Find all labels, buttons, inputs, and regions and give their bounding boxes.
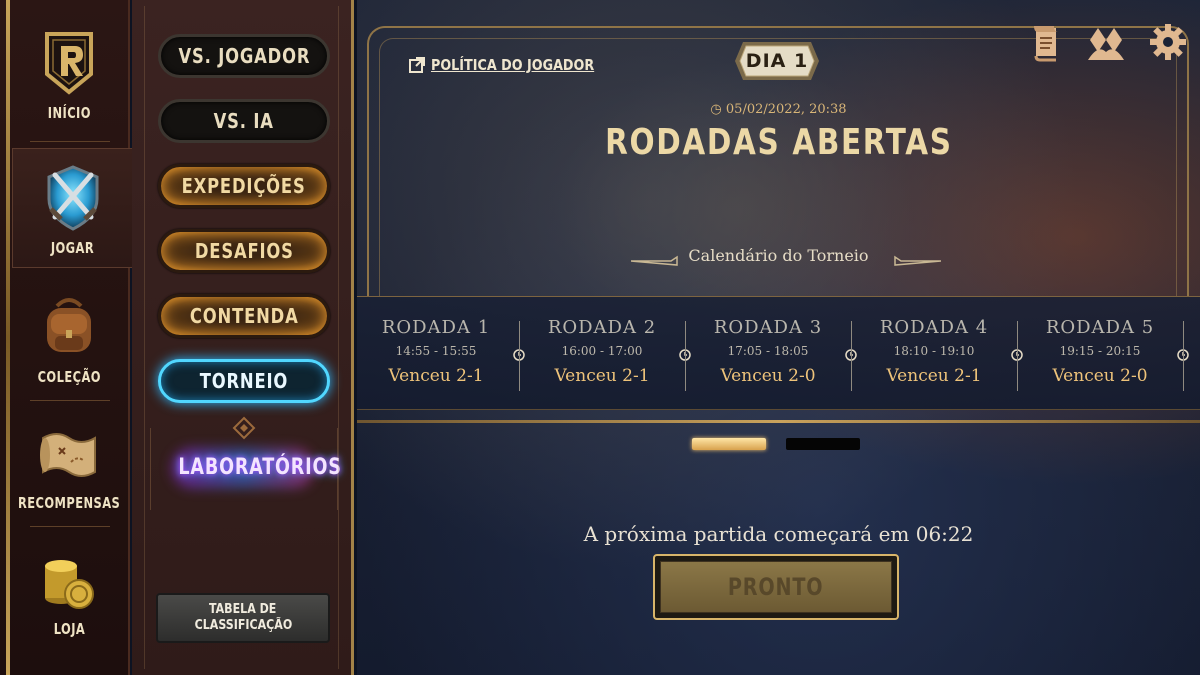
player-policy-label: POLÍTICA DO JOGADOR [431, 56, 595, 74]
tournament-label: TORNEIO [199, 369, 289, 393]
labs-button[interactable]: LABORATÓRIOS [158, 455, 341, 480]
day-label: DIA 1 [745, 50, 809, 72]
nav-divider [30, 141, 110, 142]
nav-item-collection[interactable]: COLEÇÃO [12, 276, 126, 396]
coins-icon [45, 560, 94, 609]
backpack-icon [47, 298, 91, 352]
vs-player-button[interactable]: VS. JOGADOR [158, 34, 330, 78]
round-result: Venceu 2-0 [720, 366, 816, 386]
nav-item-store[interactable]: LOJA [12, 528, 126, 648]
contend-button[interactable]: CONTENDA [158, 294, 330, 338]
phase-datetime-text: 05/02/2022, 20:38 [725, 102, 847, 117]
main-nav: INÍCIO JOGAR COLEÇÃO RECOMPENSAS LOJA [0, 0, 132, 675]
round-card[interactable]: RODADA 3 17:05 - 18:05 Venceu 2-0 [685, 317, 851, 397]
round-time: 14:55 - 15:55 [395, 344, 477, 358]
top-right-icons [1028, 22, 1188, 62]
expeditions-button[interactable]: EXPEDIÇÕES [158, 164, 330, 208]
challenges-label: DESAFIOS [194, 239, 294, 263]
round-name: RODADA 2 [547, 317, 657, 338]
round-card[interactable]: RODADA 1 14:55 - 15:55 Venceu 2-1 [357, 317, 519, 397]
round-time: 18:10 - 19:10 [893, 344, 975, 358]
nav-label-rewards: RECOMPENSAS [17, 494, 121, 512]
round-card[interactable]: RODADA 4 18:10 - 19:10 Venceu 2-1 [851, 317, 1017, 397]
external-link-icon [409, 57, 425, 73]
labs-label: LABORATÓRIOS [178, 455, 342, 480]
phase-title-text: RODADAS ABERTAS [604, 122, 953, 163]
ready-button-face: PRONTO [660, 561, 892, 613]
round-result: Venceu 2-0 [1052, 366, 1148, 386]
round-name: RODADA 5 [1045, 317, 1155, 338]
labs-emblem-icon [232, 416, 256, 440]
round-card[interactable]: RODADA 2 16:00 - 17:00 Venceu 2-1 [519, 317, 685, 397]
challenges-button[interactable]: DESAFIOS [158, 229, 330, 273]
nav-item-home[interactable]: INÍCIO [12, 12, 126, 132]
vs-ai-button[interactable]: VS. IA [158, 99, 330, 143]
page-indicator-1[interactable] [692, 438, 766, 450]
player-policy-link[interactable]: POLÍTICA DO JOGADOR [409, 56, 623, 74]
page-indicator-2[interactable] [786, 438, 860, 450]
nav-item-rewards[interactable]: RECOMPENSAS [12, 402, 126, 522]
round-divider [1183, 321, 1184, 391]
nav-divider [30, 526, 110, 527]
next-match-countdown: A próxima partida começará em 06:22 [583, 522, 974, 546]
round-name: RODADA 1 [381, 317, 491, 338]
social-icon[interactable] [1084, 22, 1128, 62]
tournament-calendar-title: Calendário do Torneio [688, 246, 869, 265]
tournament-button[interactable]: TORNEIO [158, 359, 330, 403]
round-time: 19:15 - 20:15 [1059, 344, 1141, 358]
nav-item-play[interactable]: JOGAR [12, 148, 132, 268]
clock-icon: ◷ [710, 102, 722, 117]
ready-label: PRONTO [728, 573, 824, 601]
round-time: 17:05 - 18:05 [727, 344, 809, 358]
phase-datetime: ◷ 05/02/2022, 20:38 [357, 102, 1200, 117]
round-result: Venceu 2-1 [554, 366, 650, 386]
nav-label-store: LOJA [53, 620, 85, 638]
gear-icon[interactable] [1148, 22, 1188, 62]
round-name: RODADA 3 [713, 317, 823, 338]
tournament-view: POLÍTICA DO JOGADOR DIA 1 ◷ 05/02/2022, … [357, 0, 1200, 675]
crossed-swords-shield-icon [47, 165, 98, 231]
round-result: Venceu 2-1 [388, 366, 484, 386]
expeditions-label: EXPEDIÇÕES [181, 174, 306, 198]
round-name: RODADA 4 [879, 317, 989, 338]
day-badge: DIA 1 [733, 40, 821, 82]
round-time: 16:00 - 17:00 [561, 344, 643, 358]
gold-divider [357, 420, 1200, 423]
standings-button[interactable]: TABELA DE CLASSIFICAÇÃO [156, 593, 330, 643]
ready-button[interactable]: PRONTO [653, 554, 899, 620]
scroll-icon[interactable] [1028, 22, 1064, 62]
standings-label-line1: TABELA DE [209, 602, 277, 617]
nav-label-play: JOGAR [50, 239, 95, 257]
nav-label-home: INÍCIO [47, 104, 91, 122]
vs-ai-label: VS. IA [213, 109, 275, 133]
play-mode-panel: VS. JOGADOR VS. IA EXPEDIÇÕES DESAFIOS C… [132, 0, 354, 675]
rounds-strip: RODADA 1 14:55 - 15:55 Venceu 2-1 RODADA… [357, 296, 1200, 410]
vs-player-label: VS. JOGADOR [178, 44, 310, 68]
standings-label-line2: CLASSIFICAÇÃO [194, 618, 292, 633]
page-indicator [692, 438, 860, 450]
contend-label: CONTENDA [189, 304, 299, 328]
round-result: Venceu 2-1 [886, 366, 982, 386]
treasure-map-icon [40, 433, 96, 477]
phase-title: RODADAS ABERTAS [357, 122, 1200, 163]
runeterra-r-icon [45, 32, 93, 95]
calendar-ornament-right [894, 255, 941, 266]
nav-divider [30, 400, 110, 401]
nav-label-collection: COLEÇÃO [37, 368, 101, 386]
round-card[interactable]: RODADA 5 19:15 - 20:15 Venceu 2-0 [1017, 317, 1183, 397]
